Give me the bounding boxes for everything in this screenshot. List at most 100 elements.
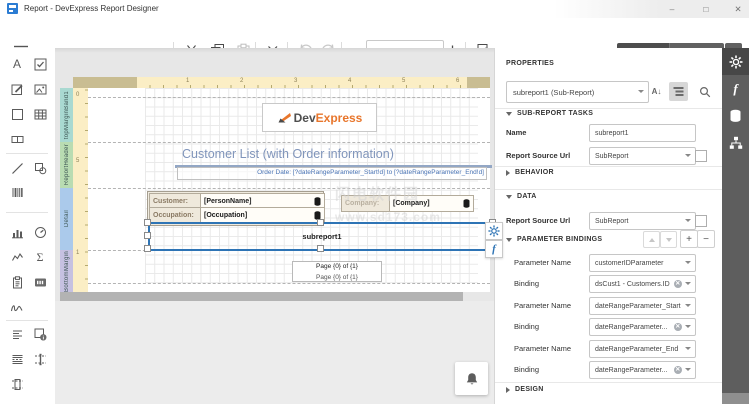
selection-handle[interactable] bbox=[317, 219, 324, 226]
notifications-button[interactable] bbox=[455, 362, 488, 395]
selection-handle[interactable] bbox=[144, 232, 151, 239]
line-icon[interactable] bbox=[9, 160, 25, 176]
close-button[interactable]: ✕ bbox=[727, 2, 749, 16]
data-report-source-checkbox[interactable] bbox=[695, 215, 707, 227]
report-structure-tab-button[interactable] bbox=[722, 129, 749, 156]
section-design[interactable]: DESIGN bbox=[506, 386, 544, 393]
smart-tag-expression-button[interactable]: f bbox=[485, 240, 503, 258]
clipboard-icon[interactable] bbox=[9, 274, 25, 290]
report-title-label[interactable]: Customer List (with Order information) bbox=[175, 147, 492, 168]
band-separator[interactable] bbox=[88, 142, 490, 143]
app-icon-detail bbox=[9, 5, 16, 8]
title-bar: Report - DevExpress Report Designer – □ … bbox=[0, 0, 749, 19]
clear-icon[interactable]: ✕ bbox=[674, 323, 683, 332]
toolbox-separator bbox=[6, 320, 48, 321]
company-value-field[interactable]: [Company] bbox=[389, 195, 474, 212]
chevron-down-icon bbox=[638, 90, 644, 93]
maximize-button[interactable]: □ bbox=[695, 2, 717, 16]
category-view-button[interactable] bbox=[669, 82, 688, 101]
ruler-number: 5 bbox=[402, 78, 405, 84]
report-source-checkbox[interactable] bbox=[695, 150, 707, 162]
control-toolbox: A bbox=[0, 48, 56, 404]
selection-handle[interactable] bbox=[317, 245, 324, 252]
signature-icon[interactable] bbox=[9, 299, 25, 315]
clear-icon[interactable]: ✕ bbox=[674, 280, 683, 289]
page-break-icon[interactable] bbox=[9, 351, 25, 367]
parameter-name-dropdown[interactable]: dateRangeParameter_End bbox=[589, 340, 696, 358]
binding-dropdown[interactable]: dateRangeParameter...✕ bbox=[589, 361, 696, 379]
gauge-icon[interactable] bbox=[32, 224, 48, 240]
clear-icon[interactable]: ✕ bbox=[674, 366, 683, 375]
report-source-url-dropdown[interactable]: SubReport bbox=[589, 147, 696, 165]
subreport-icon[interactable] bbox=[32, 326, 48, 342]
band-detail[interactable]: Detail bbox=[60, 188, 73, 250]
chart-icon[interactable] bbox=[9, 224, 25, 240]
band-report-header[interactable]: ReportHeader bbox=[60, 142, 73, 188]
surface-lower-area bbox=[55, 301, 494, 404]
panel-collapse-button[interactable] bbox=[722, 393, 749, 404]
report-source-url-label: Report Source Url bbox=[506, 151, 570, 160]
parameter-name-dropdown[interactable]: dateRangeParameter_Start bbox=[589, 297, 696, 315]
panel-icon[interactable] bbox=[9, 106, 25, 122]
label-icon[interactable]: A bbox=[9, 56, 25, 72]
occupation-value-field[interactable]: [Occupation] bbox=[200, 207, 325, 223]
cross-band-box-icon[interactable] bbox=[9, 376, 25, 392]
horizontal-scrollbar[interactable] bbox=[60, 292, 463, 301]
add-binding-button[interactable]: + bbox=[680, 230, 698, 248]
selection-handle[interactable] bbox=[144, 245, 151, 252]
company-label[interactable]: Company: bbox=[341, 195, 394, 212]
chevron-down-icon bbox=[666, 238, 672, 242]
properties-tab-button[interactable] bbox=[722, 48, 749, 75]
chevron-down-icon bbox=[506, 195, 512, 199]
ruler-number: 5 bbox=[76, 158, 79, 164]
selection-handle[interactable] bbox=[144, 219, 151, 226]
selected-object-dropdown[interactable]: subreport1 (Sub-Report) bbox=[506, 81, 649, 103]
minimize-button[interactable]: – bbox=[661, 2, 683, 16]
remove-binding-button[interactable]: − bbox=[697, 230, 715, 248]
ruler-number: 0 bbox=[76, 92, 79, 98]
binding-dropdown[interactable]: dsCust1 - Customers.ID✕ bbox=[589, 275, 696, 293]
table-of-contents-icon[interactable] bbox=[9, 326, 25, 342]
sparkline-icon[interactable] bbox=[9, 249, 25, 265]
panel-divider bbox=[495, 108, 723, 109]
band-top-margin[interactable]: topMarginBand1 bbox=[60, 88, 73, 142]
table-icon[interactable] bbox=[32, 106, 48, 122]
shape-icon[interactable] bbox=[32, 160, 48, 176]
search-properties-button[interactable] bbox=[695, 82, 714, 101]
rich-text-icon[interactable] bbox=[9, 81, 25, 97]
surface-shadow bbox=[55, 48, 494, 53]
bell-icon bbox=[465, 372, 479, 386]
binding-dropdown[interactable]: dateRangeParameter...✕ bbox=[589, 318, 696, 336]
data-report-source-url-dropdown[interactable]: SubReport bbox=[589, 212, 696, 230]
picture-box-icon[interactable] bbox=[32, 81, 48, 97]
name-input[interactable]: subreport1 bbox=[589, 124, 696, 142]
expressions-tab-button[interactable]: f bbox=[722, 75, 749, 102]
occupation-label[interactable]: Occupation: bbox=[149, 207, 205, 223]
page-info-control[interactable]: Page {0} of {1} Page {0} of {1} bbox=[292, 261, 382, 282]
barcode-icon[interactable] bbox=[9, 184, 25, 200]
pivot-grid-icon[interactable]: Σ bbox=[32, 249, 48, 265]
parameter-name-dropdown[interactable]: customerIDParameter bbox=[589, 254, 696, 272]
section-parameter-bindings[interactable]: PARAMETER BINDINGS bbox=[506, 236, 602, 243]
section-behavior[interactable]: BEHAVIOR bbox=[506, 169, 554, 176]
cross-band-line-icon[interactable] bbox=[32, 351, 48, 367]
chevron-right-icon bbox=[506, 387, 510, 393]
pdf-content-icon[interactable] bbox=[32, 274, 48, 290]
design-surface[interactable]: 1 2 3 4 5 6 topMarginBand1 ReportHeader … bbox=[55, 48, 494, 404]
search-icon bbox=[699, 86, 711, 98]
character-comb-icon[interactable] bbox=[9, 131, 25, 147]
smart-tag-gear-button[interactable] bbox=[485, 222, 503, 240]
move-binding-down-button[interactable] bbox=[660, 231, 677, 248]
name-label: Name bbox=[506, 128, 526, 137]
order-date-label[interactable]: Order Date: [?dateRangeParameter_Start!d… bbox=[177, 167, 487, 180]
parameter-name-label: Parameter Name bbox=[514, 301, 571, 310]
check-box-icon[interactable] bbox=[32, 56, 48, 72]
band-bottom-margin[interactable]: BottomMargin bbox=[60, 250, 73, 292]
move-binding-up-button[interactable] bbox=[643, 231, 660, 248]
logo-picture-box[interactable]: DevExpress bbox=[262, 103, 377, 132]
field-list-tab-button[interactable] bbox=[722, 102, 749, 129]
section-subreport-tasks[interactable]: SUB-REPORT TASKS bbox=[506, 110, 593, 117]
sort-properties-button[interactable]: A↓ bbox=[648, 83, 665, 100]
section-data[interactable]: DATA bbox=[506, 193, 537, 200]
band-separator[interactable] bbox=[88, 188, 490, 189]
